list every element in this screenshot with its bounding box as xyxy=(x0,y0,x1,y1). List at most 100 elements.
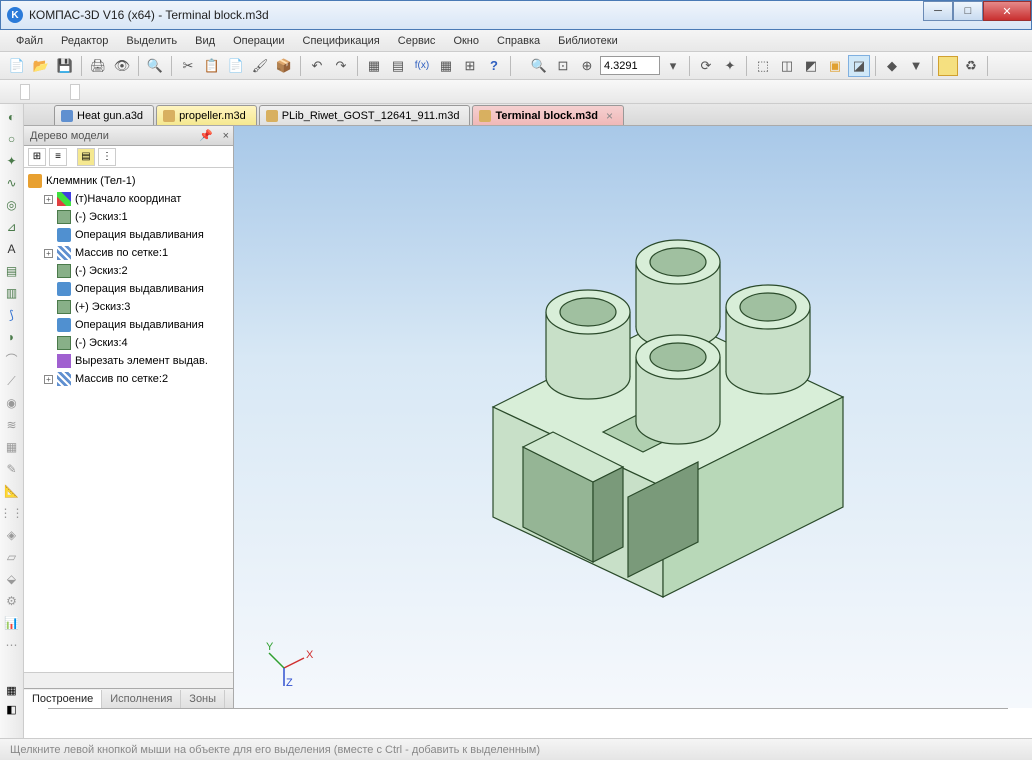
tree-item[interactable]: (-) Эскиз:2 xyxy=(28,262,229,280)
fx-button[interactable]: f(x) xyxy=(411,55,433,77)
brush-button[interactable]: 🖌 xyxy=(249,55,271,77)
tree-item[interactable]: +Массив по сетке:2 xyxy=(28,370,229,388)
tree-item[interactable]: +Массив по сетке:1 xyxy=(28,244,229,262)
menu-select[interactable]: Выделить xyxy=(118,32,185,50)
vars-button[interactable]: ▦ xyxy=(435,55,457,77)
tab-propeller[interactable]: propeller.m3d xyxy=(156,105,257,125)
tab-build[interactable]: Построение xyxy=(24,690,102,708)
rebuild-button[interactable]: ♻ xyxy=(960,55,982,77)
tool-rect-icon[interactable]: ▤ xyxy=(3,262,21,280)
tool-circle-icon[interactable]: ◎ xyxy=(3,196,21,214)
tool-arc-icon[interactable]: ⊿ xyxy=(3,218,21,236)
paste-button[interactable]: 📄 xyxy=(225,55,247,77)
expand-icon[interactable]: + xyxy=(44,249,53,258)
tab-heatgun[interactable]: Heat gun.a3d xyxy=(54,105,154,125)
rotate-button[interactable]: ⟳ xyxy=(695,55,717,77)
close-button[interactable]: ✕ xyxy=(983,1,1031,21)
tree-item[interactable]: Операция выдавливания xyxy=(28,280,229,298)
tool-chamfer-icon[interactable]: ⟋ xyxy=(3,372,21,390)
orient-button[interactable]: ✦ xyxy=(719,55,741,77)
tree-item[interactable]: Операция выдавливания xyxy=(28,316,229,334)
preview-button[interactable]: 👁 xyxy=(111,55,133,77)
tool-weld-icon[interactable]: ⬙ xyxy=(3,570,21,588)
wireframe-button[interactable]: ⬚ xyxy=(752,55,774,77)
redo-button[interactable]: ↷ xyxy=(330,55,352,77)
tree-item[interactable]: +(т)Начало координат xyxy=(28,190,229,208)
zoom-fit-button[interactable]: ⊡ xyxy=(552,55,574,77)
tool-measure-icon[interactable]: 📐 xyxy=(3,482,21,500)
tree-item[interactable]: Операция выдавливания xyxy=(28,226,229,244)
tool-curve-icon[interactable]: ⟆ xyxy=(3,306,21,324)
menu-operations[interactable]: Операции xyxy=(225,32,292,50)
tree-item[interactable]: (-) Эскиз:1 xyxy=(28,208,229,226)
tool-mate-icon[interactable]: ⚙ xyxy=(3,592,21,610)
tool-more-icon[interactable]: ⋯ xyxy=(3,636,21,654)
tab-plib[interactable]: PLib_Riwet_GOST_12641_911.m3d xyxy=(259,105,471,125)
menu-help[interactable]: Справка xyxy=(489,32,548,50)
save-button[interactable]: 💾 xyxy=(54,55,76,77)
calc-button[interactable]: ⊞ xyxy=(459,55,481,77)
tree-btn-4[interactable]: ⋮ xyxy=(98,148,116,166)
tool-lib-icon[interactable]: ▦ xyxy=(3,438,21,456)
hidden-button[interactable]: ◫ xyxy=(776,55,798,77)
panel-btn-2[interactable]: ◧ xyxy=(6,703,16,716)
tree-scrollbar[interactable] xyxy=(24,672,233,688)
menu-editor[interactable]: Редактор xyxy=(53,32,116,50)
tool-fillet-icon[interactable]: ⌒ xyxy=(3,350,21,368)
properties-button[interactable]: 📦 xyxy=(273,55,295,77)
menu-service[interactable]: Сервис xyxy=(390,32,444,50)
menu-view[interactable]: Вид xyxy=(187,32,223,50)
tree-btn-1[interactable]: ⊞ xyxy=(28,148,46,166)
expand-icon[interactable]: + xyxy=(44,195,53,204)
box-button[interactable] xyxy=(938,56,958,76)
panel-btn-1[interactable]: ▦ xyxy=(6,684,16,697)
tool-box-icon[interactable]: ▥ xyxy=(3,284,21,302)
zoom-in-button[interactable]: 🔍 xyxy=(528,55,550,77)
tree-btn-3[interactable]: ▤ xyxy=(77,148,95,166)
pin-icon[interactable]: 📌 xyxy=(199,129,213,142)
zoom-input[interactable] xyxy=(600,56,660,75)
search-button[interactable]: 🔍 xyxy=(144,55,166,77)
cut-button[interactable]: ✂ xyxy=(177,55,199,77)
tab-close-icon[interactable]: × xyxy=(606,109,613,123)
dropdown-small-2[interactable] xyxy=(70,84,80,100)
maximize-button[interactable]: □ xyxy=(953,1,983,21)
shaded-edge-button[interactable]: ◪ xyxy=(848,55,870,77)
menu-libs[interactable]: Библиотеки xyxy=(550,32,626,50)
help-button[interactable]: ? xyxy=(483,55,505,77)
minimize-button[interactable]: ─ xyxy=(923,1,953,21)
expand-icon[interactable]: + xyxy=(44,375,53,384)
close-panel-icon[interactable]: × xyxy=(223,130,229,142)
tool-report-icon[interactable]: 📊 xyxy=(3,614,21,632)
tool-edit-icon[interactable]: ✎ xyxy=(3,460,21,478)
tree-item[interactable]: (-) Эскиз:4 xyxy=(28,334,229,352)
tree-root[interactable]: Клеммник (Тел-1) xyxy=(28,172,229,190)
libs-button[interactable]: ▤ xyxy=(387,55,409,77)
tool-text-icon[interactable]: A xyxy=(3,240,21,258)
tab-zones[interactable]: Зоны xyxy=(181,690,225,708)
tool-spline-icon[interactable]: ◗ xyxy=(3,328,21,346)
tool-line-icon[interactable]: ∿ xyxy=(3,174,21,192)
tab-exec[interactable]: Исполнения xyxy=(102,690,181,708)
zoom-dd[interactable]: ▾ xyxy=(662,55,684,77)
tree-item[interactable]: Вырезать элемент выдав. xyxy=(28,352,229,370)
tree-item[interactable]: (+) Эскиз:3 xyxy=(28,298,229,316)
open-button[interactable]: 📂 xyxy=(30,55,52,77)
shaded-button[interactable]: ▣ xyxy=(824,55,846,77)
tool-sheet-icon[interactable]: ▱ xyxy=(3,548,21,566)
nohidden-button[interactable]: ◩ xyxy=(800,55,822,77)
3d-viewport[interactable]: X Y Z xyxy=(234,126,1032,708)
zoom-scale-button[interactable]: ⊕ xyxy=(576,55,598,77)
undo-button[interactable]: ↶ xyxy=(306,55,328,77)
menu-file[interactable]: Файл xyxy=(8,32,51,50)
tool-point-icon[interactable]: ✦ xyxy=(3,152,21,170)
menu-spec[interactable]: Спецификация xyxy=(295,32,388,50)
section-button[interactable]: ▼ xyxy=(905,55,927,77)
tree-btn-2[interactable]: ≡ xyxy=(49,148,67,166)
tool-geometry-icon[interactable]: ◐ xyxy=(3,108,21,126)
copy-button[interactable]: 📋 xyxy=(201,55,223,77)
tool-surf-icon[interactable]: ◈ xyxy=(3,526,21,544)
persp-button[interactable]: ◆ xyxy=(881,55,903,77)
tool-thread-icon[interactable]: ≋ xyxy=(3,416,21,434)
menu-window[interactable]: Окно xyxy=(445,32,487,50)
